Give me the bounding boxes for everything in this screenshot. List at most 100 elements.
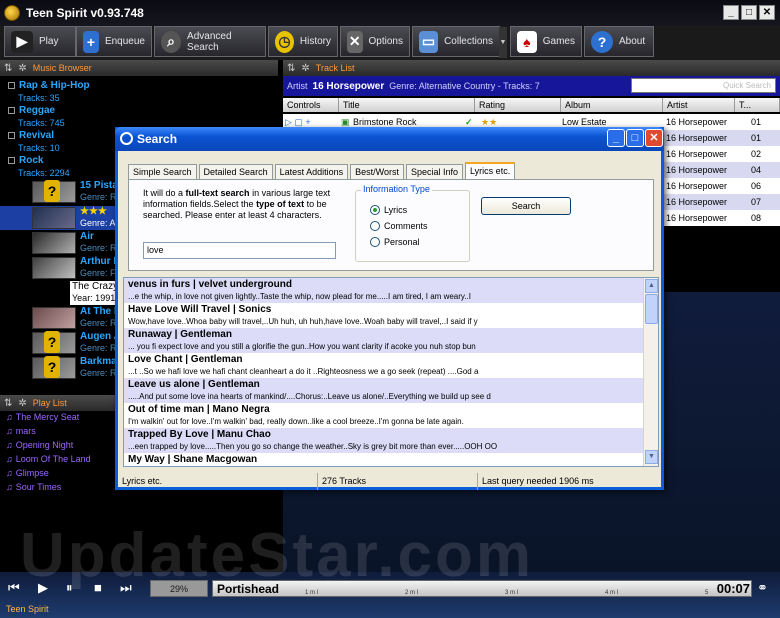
column-album[interactable]: Album <box>561 98 663 112</box>
result-title: Have Love Will Travel | Sonics <box>128 304 272 315</box>
result-item[interactable]: venus in furs | velvet underground ...e t… <box>124 278 644 303</box>
sort-icon[interactable]: ⇅ <box>287 63 295 74</box>
tooltip-title: The Crazy <box>72 281 119 292</box>
result-item[interactable]: Out of time man | Mano Negra I'm walkin' … <box>124 403 644 428</box>
expand-icon[interactable] <box>8 81 15 89</box>
result-item[interactable]: Trapped By Love | Manu Chao ...een trappe… <box>124 428 644 453</box>
tab-lyrics[interactable]: Lyrics etc. <box>465 162 516 180</box>
category-reggae[interactable]: Reggae <box>8 105 55 116</box>
album-name: 15 Pista <box>80 180 118 191</box>
radio-personal[interactable]: Personal <box>370 237 420 247</box>
main-toolbar: ▶ Play + Enqueue ⌕ Advanced Search ◷ His… <box>0 26 780 60</box>
sort-icon[interactable]: ⇅ <box>4 63 12 74</box>
radio-circle <box>370 237 380 247</box>
track-artist: 16 Horsepower <box>666 133 728 143</box>
unknown-cover-icon: ? <box>44 331 60 353</box>
gear-icon[interactable]: ✲ <box>301 63 309 74</box>
result-item[interactable]: Love Chant | Gentleman ...t ..So we hafi … <box>124 353 644 378</box>
tab-best-worst[interactable]: Best/Worst <box>350 164 404 180</box>
track-number: 08 <box>751 213 762 223</box>
tab-detailed-search[interactable]: Detailed Search <box>198 164 273 180</box>
clock-icon: ◷ <box>275 30 294 53</box>
column-controls[interactable]: Controls <box>283 98 339 112</box>
playlist-item[interactable]: ♫ Loom Of The Land <box>6 454 91 464</box>
now-playing-bar[interactable]: Portishead <box>212 580 752 597</box>
minimize-button[interactable]: _ <box>723 5 739 20</box>
close-button[interactable]: ✕ <box>759 5 775 20</box>
dialog-minimize-button[interactable]: _ <box>607 129 625 147</box>
link-icon[interactable]: ⚭ <box>757 580 768 596</box>
result-item[interactable]: Leave us alone | Gentleman .....And put s… <box>124 378 644 403</box>
play-button[interactable]: ▶ Play <box>4 26 76 57</box>
artist-name: 16 Horsepower <box>312 81 385 92</box>
playlist-item-label: Opening Night <box>15 440 74 450</box>
expand-icon[interactable] <box>8 131 15 139</box>
category-rock[interactable]: Rock <box>8 155 43 166</box>
playlist-item[interactable]: ♫ Glimpse <box>6 468 49 478</box>
result-item[interactable]: Runaway | Gentleman ... you fi expect lov… <box>124 328 644 353</box>
collections-button[interactable]: ▭ Collections ▼ <box>412 26 507 58</box>
music-browser-title: Music Browser <box>32 63 92 73</box>
tab-simple-search[interactable]: Simple Search <box>128 164 197 180</box>
dialog-maximize-button[interactable]: □ <box>626 129 644 147</box>
advanced-search-label: Advanced Search <box>187 30 232 53</box>
results-scrollbar[interactable]: ▲ ▼ <box>643 278 658 466</box>
group-label: Information Type <box>361 184 432 194</box>
column-track[interactable]: T... <box>735 98 780 112</box>
category-revival[interactable]: Revival <box>8 130 54 141</box>
radio-comments[interactable]: Comments <box>370 221 428 231</box>
playlist-item-label: Sour Times <box>15 482 62 492</box>
scroll-down-icon[interactable]: ▼ <box>645 450 658 464</box>
column-rating[interactable]: Rating <box>475 98 561 112</box>
status-label: Teen Spirit <box>6 604 49 614</box>
sort-icon[interactable]: ⇅ <box>4 398 12 409</box>
stop-icon[interactable]: ■ <box>94 580 102 595</box>
note-icon: ♫ <box>6 412 13 422</box>
dialog-title: Search <box>137 132 178 146</box>
next-icon[interactable]: ⏭ <box>120 580 132 596</box>
quick-search-input[interactable]: Quick Search <box>631 78 776 93</box>
dialog-status-bar: Lyrics etc. 276 Tracks Last query needed… <box>118 473 661 490</box>
playlist-item[interactable]: ♫ Sour Times <box>6 482 61 492</box>
album-genre: Genre: F <box>80 268 116 278</box>
games-label: Games <box>542 36 575 47</box>
playlist-item[interactable]: ♫ The Mercy Seat <box>6 412 79 422</box>
collections-dropdown-icon[interactable]: ▼ <box>499 27 507 58</box>
column-artist[interactable]: Artist <box>663 98 735 112</box>
pause-icon[interactable]: ⏸ <box>66 580 73 596</box>
history-button[interactable]: ◷ History <box>268 26 338 57</box>
dialog-close-button[interactable]: ✕ <box>645 129 663 147</box>
maximize-button[interactable]: □ <box>741 5 757 20</box>
track-artist: 16 Horsepower <box>666 213 728 223</box>
options-button[interactable]: ✕ Options <box>340 26 410 57</box>
scroll-thumb[interactable] <box>645 294 658 324</box>
tab-special-info[interactable]: Special Info <box>405 164 464 180</box>
rating-stars[interactable]: ★★★ <box>80 206 107 217</box>
tab-latest-additions[interactable]: Latest Additions <box>274 164 349 180</box>
options-label: Options <box>368 36 403 47</box>
result-item[interactable]: Have Love Will Travel | Sonics Wow,have l… <box>124 303 644 328</box>
enqueue-button[interactable]: + Enqueue <box>76 26 152 57</box>
volume-slider[interactable]: 29% <box>150 580 208 597</box>
scroll-up-icon[interactable]: ▲ <box>645 279 658 293</box>
category-rap[interactable]: Rap & Hip-Hop <box>8 80 90 91</box>
search-query-input[interactable]: love <box>143 242 336 259</box>
about-button[interactable]: ? About <box>584 26 654 57</box>
previous-icon[interactable]: ⏮ <box>8 580 20 596</box>
gear-icon[interactable]: ✲ <box>18 63 26 74</box>
playlist-item[interactable]: ♫ mars <box>6 426 36 436</box>
result-snippet: ...e the whip, in love not given lightly… <box>128 292 471 301</box>
radio-lyrics[interactable]: Lyrics <box>370 205 407 215</box>
gear-icon[interactable]: ✲ <box>18 398 26 409</box>
collapse-icon[interactable] <box>8 156 15 164</box>
column-title[interactable]: Title <box>339 98 475 112</box>
play-icon[interactable]: ▶ <box>38 580 48 596</box>
note-icon: ♫ <box>6 454 13 464</box>
collections-label: Collections <box>444 36 493 47</box>
result-item[interactable]: My Way | Shane Macgowan <box>124 453 644 466</box>
search-button[interactable]: Search <box>481 197 571 215</box>
playlist-item[interactable]: ♫ Opening Night <box>6 440 73 450</box>
advanced-search-button[interactable]: ⌕ Advanced Search <box>154 26 266 57</box>
expand-icon[interactable] <box>8 106 15 114</box>
games-button[interactable]: ♠ Games <box>510 26 582 57</box>
